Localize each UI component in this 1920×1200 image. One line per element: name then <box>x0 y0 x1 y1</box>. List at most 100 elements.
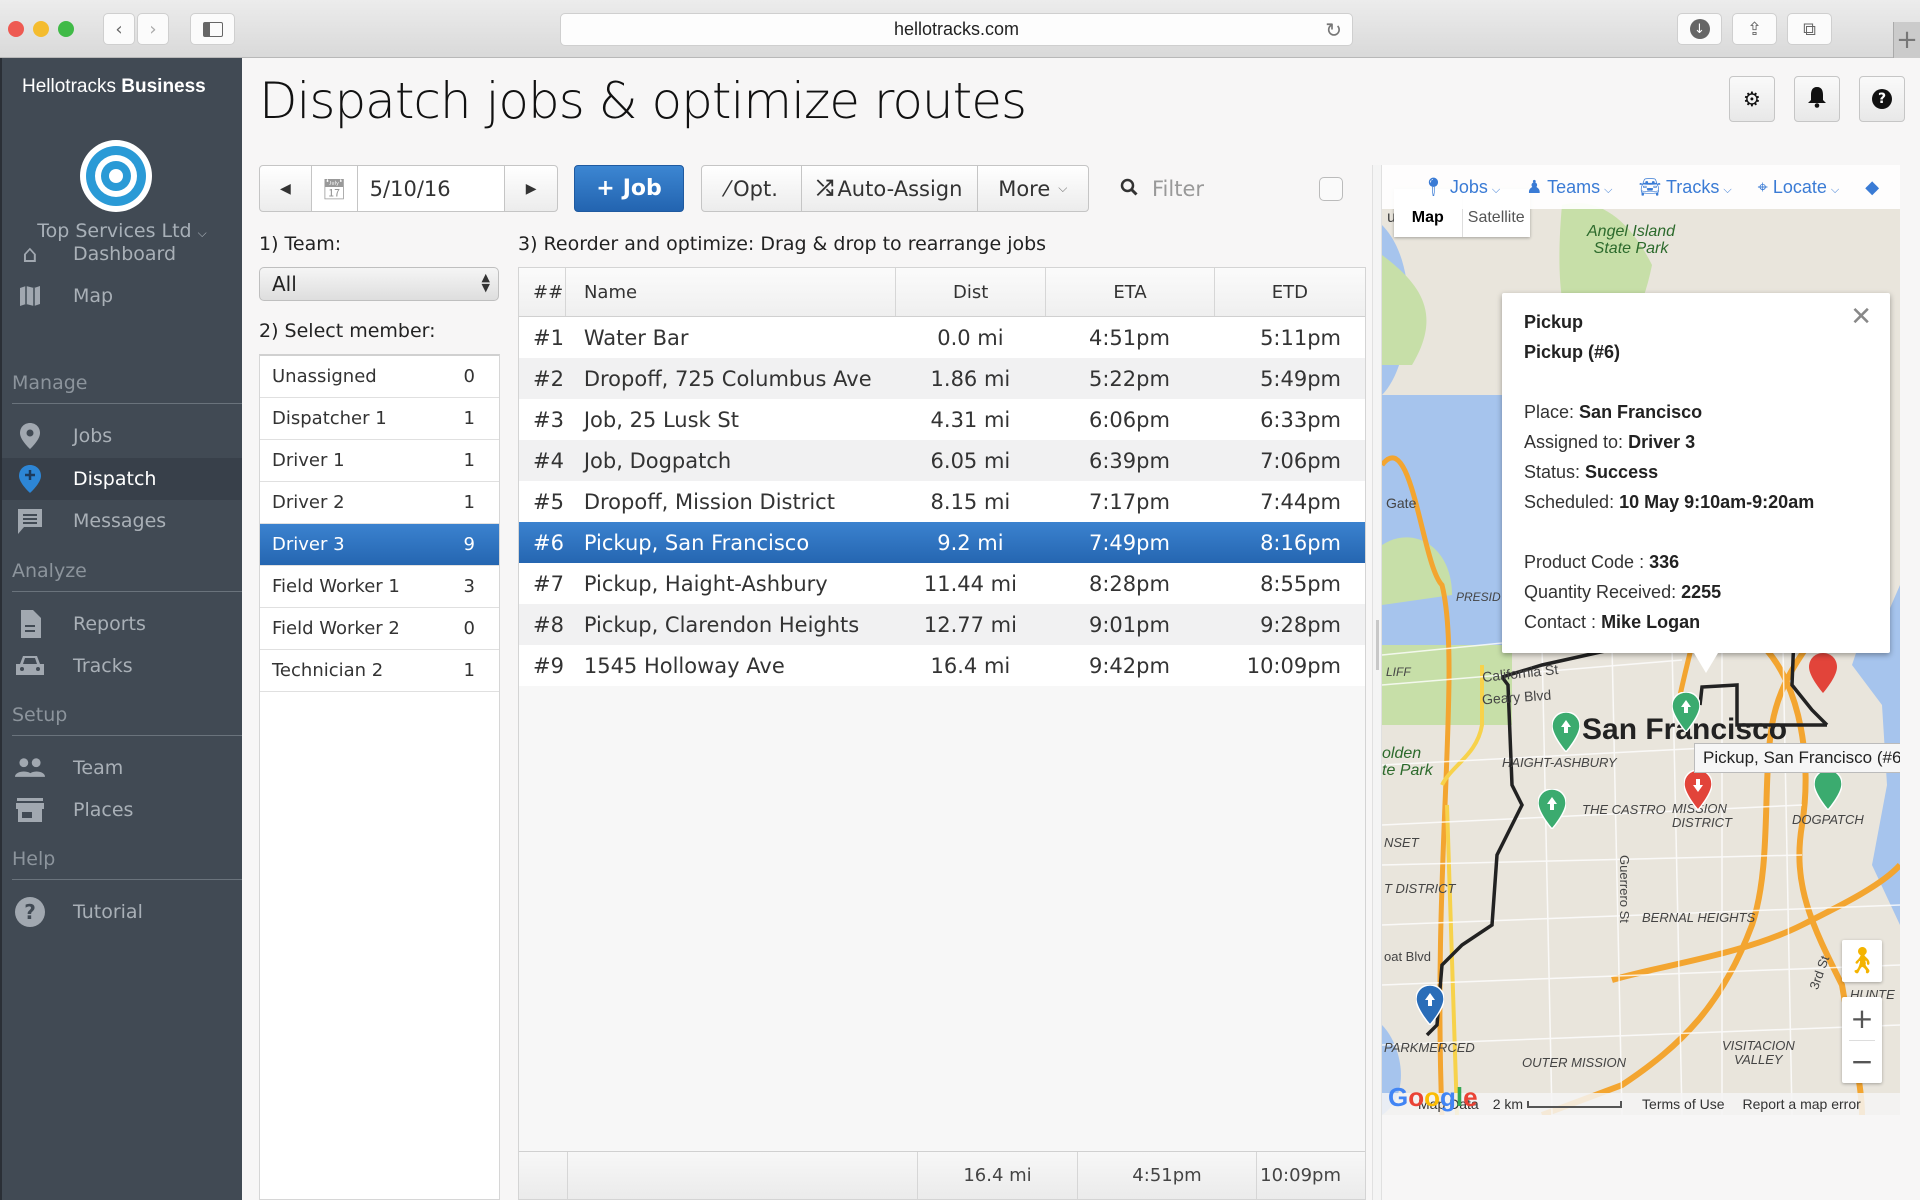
sidebar-item-label: Map <box>73 285 114 307</box>
close-icon[interactable]: ✕ <box>1850 301 1872 332</box>
sidebar-item-jobs[interactable]: Jobs <box>2 416 242 456</box>
sidebar-item-label: Dashboard <box>73 243 177 265</box>
maximize-window-button[interactable] <box>58 21 74 37</box>
forward-button[interactable]: › <box>137 13 169 45</box>
scale-bar <box>1527 1100 1623 1108</box>
reload-icon[interactable]: ↻ <box>1325 18 1342 43</box>
table-row[interactable]: #5 Dropoff, Mission District 8.15 mi 7:17pm… <box>519 481 1365 522</box>
member-item[interactable]: Unassigned 0 <box>260 356 499 398</box>
optimize-button[interactable]: ⁄ Opt. <box>702 166 803 211</box>
sidebar-item-messages[interactable]: Messages <box>2 501 242 541</box>
share-button[interactable]: ⇪ <box>1732 13 1777 45</box>
filter-input[interactable]: Filter <box>1120 172 1204 206</box>
address-bar[interactable]: hellotracks.com ↻ <box>560 13 1353 46</box>
member-item[interactable]: Field Worker 1 3 <box>260 566 499 608</box>
tabs-button[interactable]: ⧉ <box>1787 13 1832 45</box>
member-item[interactable]: Driver 3 9 <box>260 524 499 566</box>
select-all-checkbox[interactable] <box>1319 177 1343 201</box>
job-etd: 10:09pm <box>1246 653 1342 678</box>
column-header-name[interactable]: Name <box>566 268 896 316</box>
member-item[interactable]: Dispatcher 1 1 <box>260 398 499 440</box>
column-header-etd[interactable]: ETD <box>1215 268 1365 316</box>
map-label-boat-blvd: oat Blvd <box>1384 949 1431 964</box>
street-view-button[interactable]: 🚶︎ <box>1842 940 1882 982</box>
date-value: 5/10/16 <box>369 176 451 201</box>
report-map-error-link[interactable]: Report a map error <box>1743 1096 1861 1112</box>
map-tracks-dropdown[interactable]: 🚘︎ Tracks ⌵ <box>1638 177 1731 198</box>
caret-right-icon: ▶ <box>525 180 537 197</box>
close-window-button[interactable] <box>8 21 24 37</box>
member-item[interactable]: Technician 2 1 <box>260 650 499 692</box>
job-name: Job, 25 Lusk St <box>583 407 739 432</box>
table-row[interactable]: #3 Job, 25 Lusk St 4.31 mi 6:06pm 6:33pm <box>519 399 1365 440</box>
date-input[interactable]: 5/10/16 <box>357 166 506 211</box>
job-name: Water Bar <box>583 325 689 350</box>
zoom-control: + − <box>1842 997 1882 1083</box>
sidebar-item-tracks[interactable]: Tracks <box>2 646 242 686</box>
sidebar-item-places[interactable]: Places <box>2 790 242 830</box>
downloads-button[interactable]: ↓ <box>1677 13 1722 45</box>
divider <box>12 735 242 736</box>
map-locate-dropdown[interactable]: ⌖ Locate ⌵ <box>1758 177 1840 198</box>
table-row[interactable]: #4 Job, Dogpatch 6.05 mi 6:39pm 7:06pm <box>519 440 1365 481</box>
sidebar-item-reports[interactable]: Reports <box>2 604 242 644</box>
column-header-dist[interactable]: Dist <box>896 268 1047 316</box>
map[interactable]: usalito Angel Island State Park Gate PRE… <box>1382 165 1900 1115</box>
minimize-window-button[interactable] <box>33 21 49 37</box>
sidebar-item-tutorial[interactable]: ? Tutorial <box>2 892 242 932</box>
notifications-button[interactable] <box>1794 76 1840 122</box>
job-dist: 0.0 mi <box>937 325 1004 350</box>
info-scheduled-label: Scheduled: <box>1524 492 1615 512</box>
table-row[interactable]: #8 Pickup, Clarendon Heights 12.77 mi 9:01p… <box>519 604 1365 645</box>
auto-assign-button[interactable]: ⤮ Auto-Assign <box>802 166 978 211</box>
help-button[interactable]: ? <box>1859 76 1905 122</box>
table-body: #1 Water Bar 0.0 mi 4:51pm 5:11pm #2 Dropoff, … <box>519 317 1365 686</box>
member-name: Dispatcher 1 <box>272 408 387 429</box>
green-marker-icon[interactable] <box>1672 692 1700 732</box>
calendar-button[interactable]: 📅︎ <box>311 166 358 211</box>
map-label-visitacion-valley: VISITACION VALLEY <box>1722 1039 1795 1067</box>
red-marker-selected-icon[interactable] <box>1684 770 1712 810</box>
job-name: Dropoff, Mission District <box>583 489 835 514</box>
table-row[interactable]: #9 1545 Holloway Ave 16.4 mi 9:42pm 10:09pm <box>519 645 1365 686</box>
sidebar-toggle-button[interactable] <box>190 13 235 45</box>
sidebar-icon <box>202 21 223 37</box>
map-teams-dropdown[interactable]: ♟ Teams ⌵ <box>1526 177 1612 198</box>
green-marker-icon[interactable] <box>1814 770 1842 810</box>
member-item[interactable]: Driver 1 1 <box>260 440 499 482</box>
layers-icon: ◆ <box>1865 176 1880 197</box>
terms-link[interactable]: Terms of Use <box>1642 1096 1724 1112</box>
back-button[interactable]: ‹ <box>103 13 135 45</box>
next-day-button[interactable]: ▶ <box>505 166 557 211</box>
company-logo[interactable] <box>80 140 152 212</box>
more-dropdown[interactable]: More ⌵ <box>978 166 1088 211</box>
table-row[interactable]: #2 Dropoff, 725 Columbus Ave 1.86 mi 5:22pm… <box>519 358 1365 399</box>
column-header-number[interactable]: ## <box>519 268 566 316</box>
sidebar-item-map[interactable]: Map <box>2 276 242 316</box>
sidebar-item-dashboard[interactable]: ⌂ Dashboard <box>2 234 242 274</box>
table-row[interactable]: #6 Pickup, San Francisco 9.2 mi 7:49pm 8:16p… <box>519 522 1365 563</box>
blue-marker-icon[interactable] <box>1416 985 1444 1025</box>
member-name: Field Worker 2 <box>272 618 400 639</box>
zoom-in-button[interactable]: + <box>1850 998 1873 1040</box>
member-item[interactable]: Driver 2 1 <box>260 482 499 524</box>
member-item[interactable]: Field Worker 2 0 <box>260 608 499 650</box>
map-jobs-dropdown[interactable]: 📍︎ Jobs ⌵ <box>1422 177 1500 198</box>
table-row[interactable]: #7 Pickup, Haight-Ashbury 11.44 mi 8:28pm 8:… <box>519 563 1365 604</box>
add-job-button[interactable]: + Job <box>574 165 684 212</box>
green-marker-icon[interactable] <box>1538 789 1566 829</box>
table-row[interactable]: #1 Water Bar 0.0 mi 4:51pm 5:11pm <box>519 317 1365 358</box>
map-layers-button[interactable]: ◆ <box>1865 177 1879 198</box>
team-select[interactable]: All ▲ ▼ <box>259 267 499 301</box>
previous-day-button[interactable]: ◀ <box>260 166 312 211</box>
sidebar-item-dispatch[interactable]: Dispatch <box>2 458 242 500</box>
red-marker-icon[interactable] <box>1809 653 1837 693</box>
green-marker-icon[interactable] <box>1552 712 1580 752</box>
sidebar-item-team[interactable]: Team <box>2 748 242 788</box>
settings-button[interactable]: ⚙ <box>1729 76 1775 122</box>
column-header-eta[interactable]: ETA <box>1046 268 1215 316</box>
new-tab-button[interactable]: + <box>1893 22 1920 58</box>
panel-resizer[interactable] <box>1372 165 1382 1200</box>
select-arrows-icon: ▲ ▼ <box>481 271 490 294</box>
zoom-out-button[interactable]: − <box>1850 1041 1873 1083</box>
